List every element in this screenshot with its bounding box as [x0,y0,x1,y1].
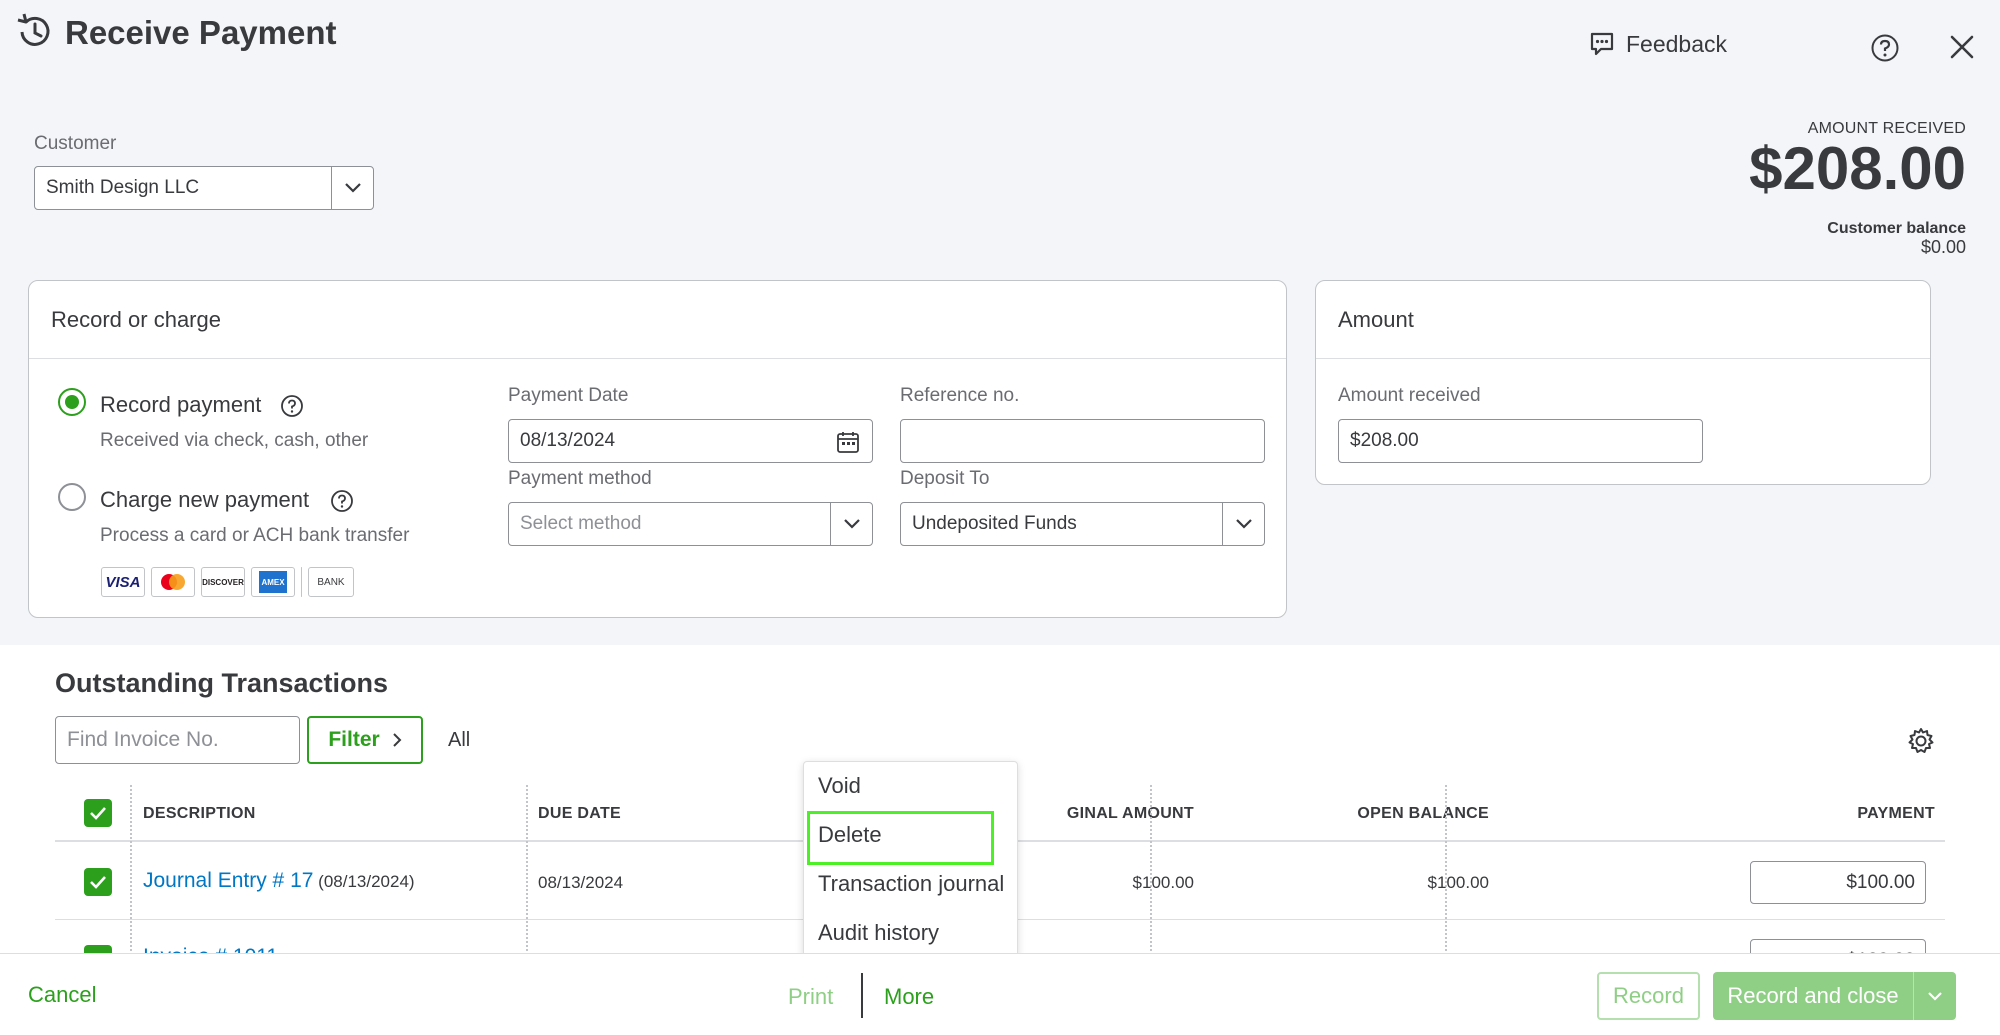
amex-logo-icon: AMEX [251,567,295,597]
more-menu: Void Delete Transaction journal Audit hi… [803,761,1018,957]
row-checkbox[interactable] [84,868,112,896]
calendar-icon[interactable] [836,430,860,454]
find-invoice-input[interactable]: Find Invoice No. [55,716,300,764]
record-or-charge-card: Record or charge Record payment Received… [28,280,1287,618]
customer-balance-label: Customer balance [1827,220,1966,237]
charge-payment-radio[interactable] [58,483,86,511]
footer-bar: Cancel Print More Record Record and clos… [0,953,2000,1035]
outstanding-title: Outstanding Transactions [55,668,389,698]
all-filter-label: All [448,729,471,751]
record-payment-sub: Received via check, cash, other [100,430,369,451]
charge-payment-label[interactable]: Charge new payment [100,487,309,513]
payment-input[interactable]: $100.00 [1750,861,1926,904]
payment-date-value: 08/13/2024 [520,430,616,451]
column-payment[interactable]: PAYMENT [1755,805,1935,823]
record-button[interactable]: Record [1597,972,1700,1020]
filter-button[interactable]: Filter [307,716,423,764]
customer-balance-value: $0.00 [1920,237,1966,257]
deposit-to-select[interactable]: Undeposited Funds [900,502,1265,546]
svg-text:AMEX: AMEX [261,578,285,587]
history-icon[interactable] [14,12,54,52]
description-cell: Journal Entry # 17 (08/13/2024) [143,869,415,893]
reference-no-label: Reference no. [900,385,1020,406]
payment-date-input[interactable]: 08/13/2024 [508,419,873,463]
customer-label: Customer [34,133,117,154]
gear-icon[interactable] [1906,726,1936,756]
journal-entry-link[interactable]: Journal Entry # 17 [143,869,313,892]
feedback-button[interactable]: Feedback [1588,30,1727,58]
menu-item-audit-history[interactable]: Audit history [818,920,939,946]
payment-date-label: Payment Date [508,385,629,406]
chevron-down-icon[interactable] [331,167,373,209]
cancel-button[interactable]: Cancel [28,982,96,1008]
divider [29,358,1286,359]
select-all-checkbox[interactable] [84,799,112,827]
chevron-right-icon [392,733,402,747]
filter-label: Filter [328,728,380,751]
chat-bubble-icon [1590,32,1614,56]
payment-method-select[interactable]: Select method [508,502,873,546]
footer-divider [861,973,863,1018]
menu-item-delete[interactable]: Delete [818,822,882,848]
deposit-to-label: Deposit To [900,468,990,489]
record-card-title: Record or charge [51,307,221,332]
help-icon[interactable] [1870,33,1900,63]
menu-item-void[interactable]: Void [818,773,861,799]
deposit-to-value: Undeposited Funds [912,513,1077,534]
bank-logo-icon: BANK [308,567,354,597]
record-payment-label[interactable]: Record payment [100,392,261,418]
column-original-amount[interactable]: GINAL AMOUNT [1014,805,1194,823]
open-balance-cell: $100.00 [1427,873,1489,892]
record-payment-radio[interactable] [58,388,86,416]
menu-item-transaction-journal[interactable]: Transaction journal [818,871,1004,897]
column-open-balance[interactable]: OPEN BALANCE [1255,805,1489,823]
reference-no-input[interactable] [900,419,1265,463]
customer-select[interactable]: Smith Design LLC [34,166,374,210]
print-button[interactable]: Print [788,984,833,1010]
help-icon[interactable] [280,394,304,418]
description-date: (08/13/2024) [318,872,415,891]
amount-card-title: Amount [1338,307,1414,332]
visa-logo-icon: VISA [101,567,145,597]
chevron-down-icon[interactable] [1913,972,1956,1020]
close-icon[interactable] [1948,33,1976,61]
divider [1316,358,1930,359]
charge-payment-sub: Process a card or ACH bank transfer [100,525,410,546]
help-icon[interactable] [330,489,354,513]
discover-logo-icon: DISCOVER [201,567,245,597]
chevron-down-icon[interactable] [1222,503,1264,545]
amount-card: Amount Amount received $208.00 [1315,280,1931,485]
due-date-cell: 08/13/2024 [538,873,624,892]
amount-received-field-label: Amount received [1338,385,1481,406]
logo-divider [301,567,302,597]
customer-value: Smith Design LLC [46,177,200,198]
record-and-close-label: Record and close [1727,983,1899,1008]
page-title: Receive Payment [65,14,337,51]
mastercard-logo-icon [151,567,195,597]
payment-method-placeholder: Select method [520,513,642,534]
column-description[interactable]: DESCRIPTION [143,805,256,823]
chevron-down-icon[interactable] [830,503,872,545]
amount-received-total: $208.00 [1749,135,1966,202]
record-and-close-button[interactable]: Record and close [1713,972,1956,1020]
original-amount-cell: $100.00 [1132,873,1194,892]
amount-received-input[interactable]: $208.00 [1338,419,1703,463]
feedback-label: Feedback [1626,30,1728,57]
column-due-date[interactable]: DUE DATE [538,805,621,823]
payment-method-label: Payment method [508,468,652,489]
card-logos: VISA DISCOVER AMEX BANK [101,567,354,597]
more-button[interactable]: More [884,984,934,1010]
